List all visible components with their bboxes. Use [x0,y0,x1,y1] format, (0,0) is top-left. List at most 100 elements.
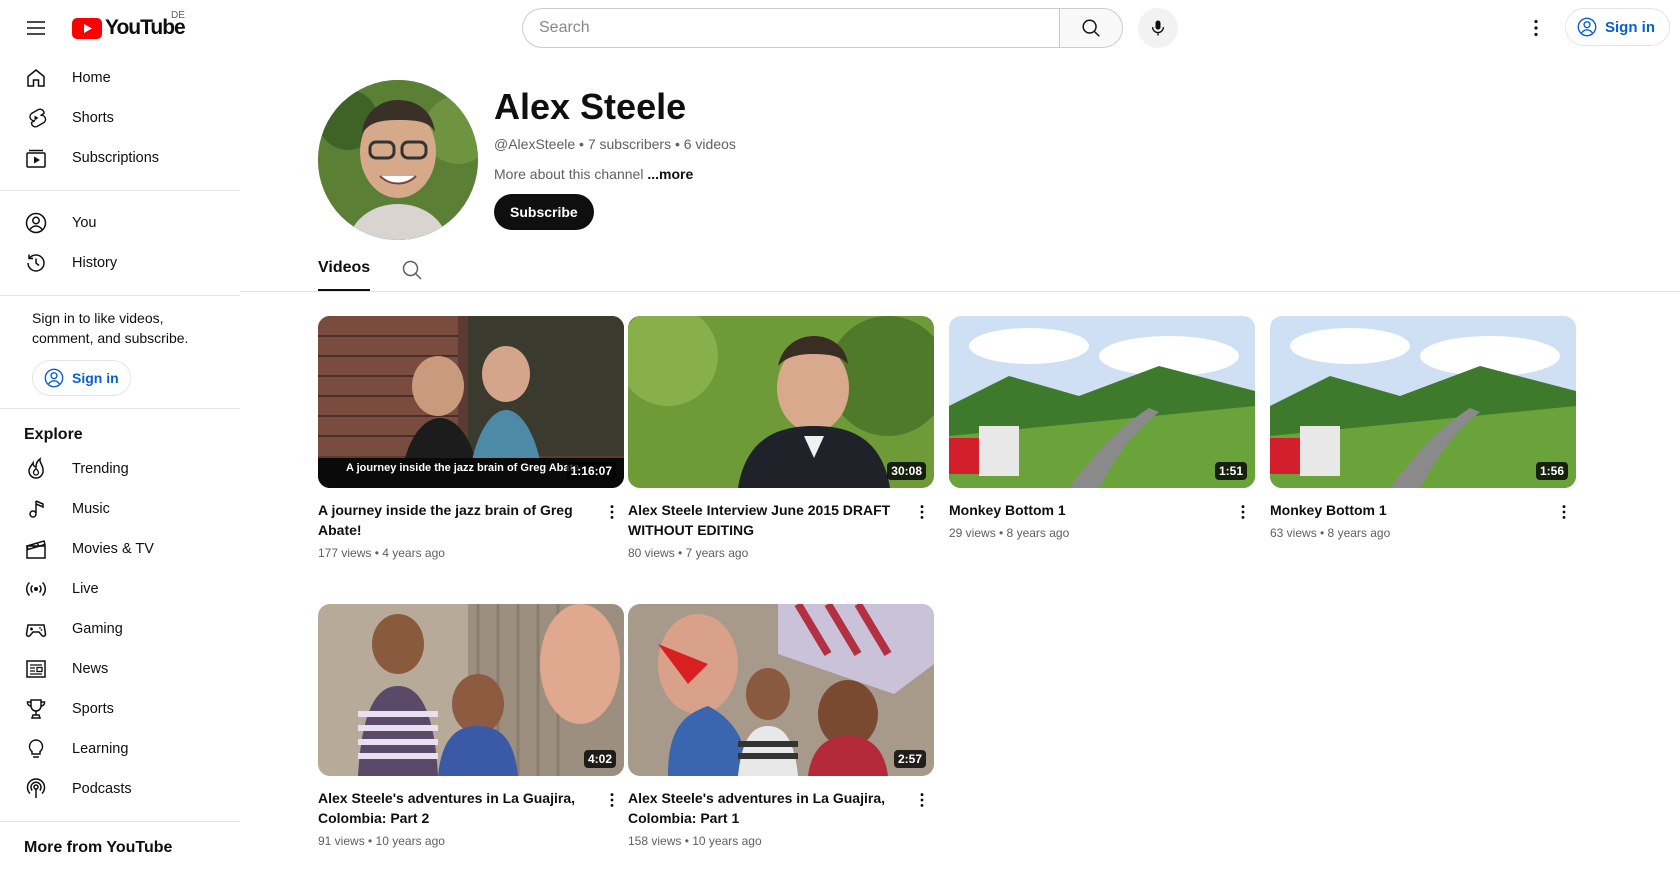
sidebar-item-label: Subscriptions [72,150,160,166]
movies-icon [24,537,48,561]
masthead: YouTube DE Sign in [0,0,1680,56]
sidebar-item-label: History [72,255,118,271]
video-card[interactable]: 2:57 Alex Steele's adventures in La Guaj… [628,604,934,848]
video-thumbnail[interactable]: 4:02 [318,604,624,776]
video-title[interactable]: Alex Steele's adventures in La Guajira, … [628,788,898,828]
video-title[interactable]: Monkey Bottom 1 [1270,500,1540,520]
tab-videos[interactable]: Videos [318,252,371,291]
sidebar: Home Shorts Subscriptions You History Si… [0,56,240,876]
video-thumbnail[interactable]: 30:08 [628,316,934,488]
video-title[interactable]: Monkey Bottom 1 [949,500,1219,520]
video-menu-button[interactable] [1231,500,1255,524]
sidebar-item-label: News [72,661,109,677]
video-meta: 80 views • 7 years ago [628,546,749,560]
sidebar-item-movies[interactable]: Movies & TV [0,529,240,569]
video-thumbnail[interactable]: 2:57 [628,604,934,776]
video-menu-button[interactable] [1552,500,1576,524]
live-icon [24,577,48,601]
channel-search-icon[interactable] [400,258,424,282]
thumbnail-caption: A journey inside the jazz brain of Greg … [346,462,580,474]
channel-about-text: More about this channel [494,166,644,182]
menu-button[interactable] [20,12,52,44]
video-thumbnail[interactable]: 1:51 [949,316,1255,488]
youtube-play-icon [72,17,102,39]
hamburger-icon [27,21,45,35]
video-duration: 30:08 [887,462,926,480]
trending-icon [24,457,48,481]
more-vert-icon [1534,19,1538,37]
sidebar-signin-box: Sign in to like videos, comment, and sub… [0,308,240,396]
voice-search-button[interactable] [1138,8,1178,48]
video-card[interactable]: A journey inside the jazz brain of Greg … [318,316,624,560]
sidebar-item-trending[interactable]: Trending [0,449,240,489]
search-box [522,8,1123,48]
video-duration: 4:02 [583,750,616,768]
youtube-logo[interactable]: YouTube DE [72,10,186,40]
video-menu-button[interactable] [910,500,934,524]
sidebar-item-label: Music [72,501,110,517]
video-card[interactable]: 1:51 Monkey Bottom 1 29 views • 8 years … [949,316,1255,540]
video-thumbnail[interactable]: 1:56 [1270,316,1576,488]
account-icon [24,211,48,235]
subscribe-button[interactable]: Subscribe [494,194,594,230]
sidebar-item-music[interactable]: Music [0,489,240,529]
sidebar-item-history[interactable]: History [0,243,240,283]
avatar-face [318,80,478,240]
more-vert-icon [920,793,924,807]
thumbnail-image [1270,316,1576,488]
more-from-youtube-heading: More from YouTube [24,839,173,856]
video-card[interactable]: 1:56 Monkey Bottom 1 63 views • 8 years … [1270,316,1576,540]
sidebar-divider [0,295,240,296]
signin-label: Sign in [1605,18,1655,36]
sidebar-item-label: You [72,215,97,231]
channel-name: Alex Steele [494,86,687,127]
sidebar-item-label: Movies & TV [72,541,154,557]
signin-button[interactable]: Sign in [1565,8,1670,46]
microphone-icon [1151,20,1165,36]
channel-more-link[interactable]: ...more [647,166,693,182]
thumbnail-image [949,316,1255,488]
video-title[interactable]: A journey inside the jazz brain of Greg … [318,500,588,540]
news-icon [24,657,48,681]
channel-avatar[interactable] [318,80,478,240]
home-icon [24,66,48,90]
channel-about[interactable]: More about this channel ...more [494,166,693,182]
video-menu-button[interactable] [600,788,624,812]
sidebar-item-label: Podcasts [72,781,132,797]
sidebar-signin-button[interactable]: Sign in [32,360,131,396]
sidebar-item-podcasts[interactable]: Podcasts [0,769,240,809]
sidebar-item-shorts[interactable]: Shorts [0,98,240,138]
sidebar-item-label: Gaming [72,621,123,637]
settings-menu-button[interactable] [1520,12,1552,44]
music-icon [24,497,48,521]
sidebar-item-label: Live [72,581,99,597]
video-thumbnail[interactable]: A journey inside the jazz brain of Greg … [318,316,624,488]
video-menu-button[interactable] [910,788,934,812]
video-duration: 1:56 [1535,462,1568,480]
video-meta: 158 views • 10 years ago [628,834,762,848]
sidebar-item-label: Learning [72,741,129,757]
sidebar-item-you[interactable]: You [0,203,240,243]
sidebar-item-live[interactable]: Live [0,569,240,609]
sidebar-item-sports[interactable]: Sports [0,689,240,729]
video-card[interactable]: 30:08 Alex Steele Interview June 2015 DR… [628,316,934,560]
video-menu-button[interactable] [600,500,624,524]
learning-icon [24,737,48,761]
explore-heading: Explore [24,426,83,443]
sidebar-divider [0,821,240,822]
sidebar-item-news[interactable]: News [0,649,240,689]
tabs-divider [240,291,1680,292]
video-card[interactable]: 4:02 Alex Steele's adventures in La Guaj… [318,604,624,848]
video-title[interactable]: Alex Steele's adventures in La Guajira, … [318,788,588,828]
sidebar-item-subscriptions[interactable]: Subscriptions [0,138,240,178]
video-title[interactable]: Alex Steele Interview June 2015 DRAFT WI… [628,500,898,540]
sidebar-item-gaming[interactable]: Gaming [0,609,240,649]
search-input[interactable] [522,8,1059,48]
sidebar-item-label: Sports [72,701,114,717]
sidebar-item-label: Home [72,70,111,86]
search-button[interactable] [1059,8,1123,48]
subscriptions-icon [24,146,48,170]
more-vert-icon [920,505,924,519]
sidebar-item-learning[interactable]: Learning [0,729,240,769]
sidebar-item-home[interactable]: Home [0,58,240,98]
